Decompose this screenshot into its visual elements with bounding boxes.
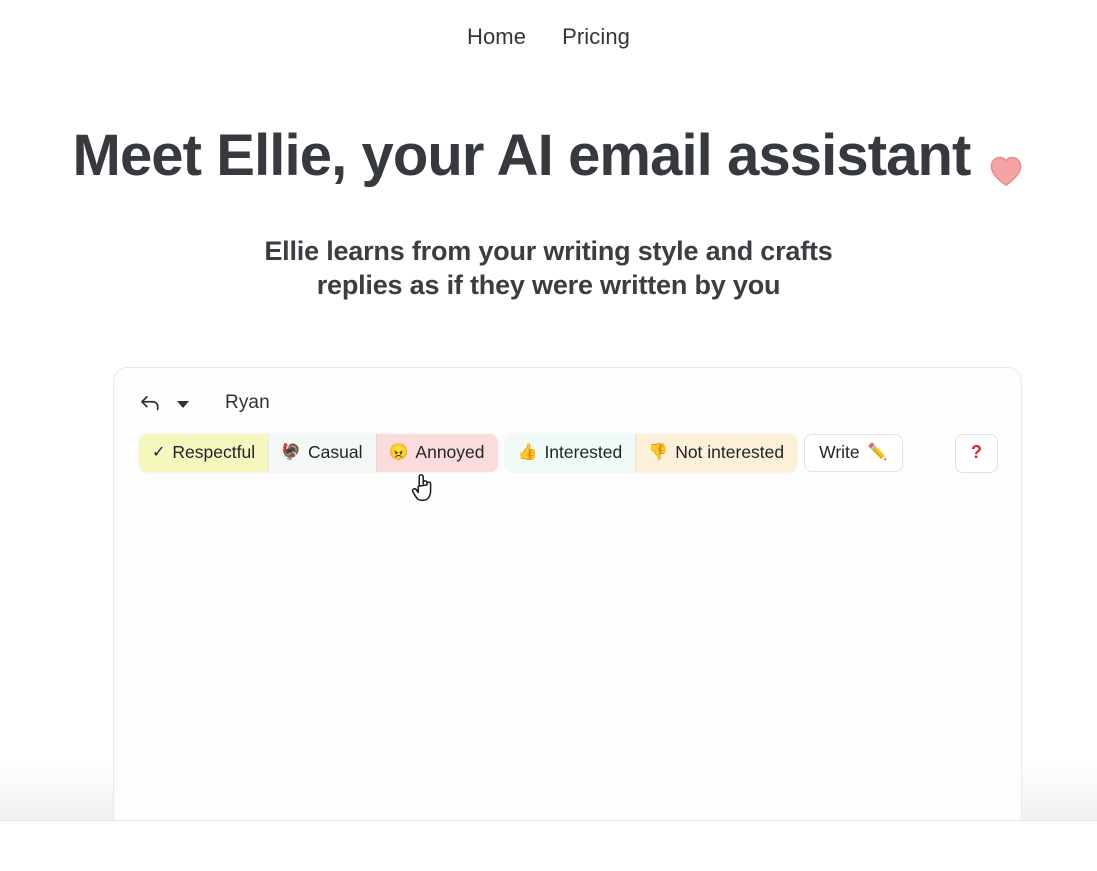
tone-button-annoyed[interactable]: 😠 Annoyed — [375, 434, 498, 473]
tone-button-respectful-label: Respectful — [172, 442, 256, 463]
pencil-icon: ✏️ — [867, 443, 888, 461]
page-subtitle-line-1: Ellie learns from your writing style and… — [264, 235, 833, 266]
page-subtitle-line-2: replies as if they were written by you — [316, 270, 781, 301]
tone-button-casual[interactable]: 🦃 Casual — [268, 434, 376, 473]
email-reply-header: Ryan — [114, 368, 1021, 414]
page-title-text: Meet Ellie, your AI email assistant — [72, 123, 972, 188]
thumbs-up-icon: 👍 — [517, 443, 538, 461]
footer-divider — [0, 820, 1097, 821]
nav-link-home[interactable]: Home — [463, 22, 530, 52]
tone-button-annoyed-label: Annoyed — [415, 442, 485, 463]
hero-section: Meet Ellie, your AI email assistant Elli… — [0, 74, 1097, 302]
top-navigation: Home Pricing — [0, 0, 1097, 74]
write-button[interactable]: Write ✏️ — [804, 434, 903, 473]
pink-heart-icon — [988, 140, 1024, 187]
chevron-down-icon[interactable] — [177, 400, 189, 408]
tone-button-not-interested[interactable]: 👎 Not interested — [635, 434, 798, 473]
email-demo-card: Ryan ✓ Respectful 🦃 Casual 😠 Annoyed 👍 I… — [113, 367, 1022, 820]
write-button-label: Write — [819, 442, 860, 463]
demo-card-wrapper: Ryan ✓ Respectful 🦃 Casual 😠 Annoyed 👍 I… — [113, 367, 1022, 820]
thumbs-down-icon: 👎 — [648, 443, 669, 461]
tone-button-not-interested-label: Not interested — [675, 442, 785, 463]
turkey-icon: 🦃 — [281, 443, 302, 461]
page-title: Meet Ellie, your AI email assistant — [0, 123, 1097, 188]
check-icon: ✓ — [152, 443, 166, 461]
tone-button-row: ✓ Respectful 🦃 Casual 😠 Annoyed 👍 Intere… — [114, 414, 1021, 473]
tone-group-primary: ✓ Respectful 🦃 Casual 😠 Annoyed — [139, 434, 498, 473]
tone-button-casual-label: Casual — [308, 442, 363, 463]
angry-face-icon: 😠 — [388, 443, 409, 461]
tone-button-interested-label: Interested — [544, 442, 623, 463]
tone-group-interest: 👍 Interested 👎 Not interested — [504, 434, 798, 473]
reply-arrow-icon[interactable] — [139, 394, 161, 412]
card-body-bottom — [113, 760, 1022, 820]
email-sender-name: Ryan — [225, 392, 270, 413]
nav-link-pricing[interactable]: Pricing — [558, 22, 634, 52]
page-subtitle: Ellie learns from your writing style and… — [0, 234, 1097, 303]
tone-button-respectful[interactable]: ✓ Respectful — [139, 434, 269, 473]
tone-button-interested[interactable]: 👍 Interested — [504, 434, 636, 473]
help-button[interactable]: ? — [955, 434, 998, 473]
